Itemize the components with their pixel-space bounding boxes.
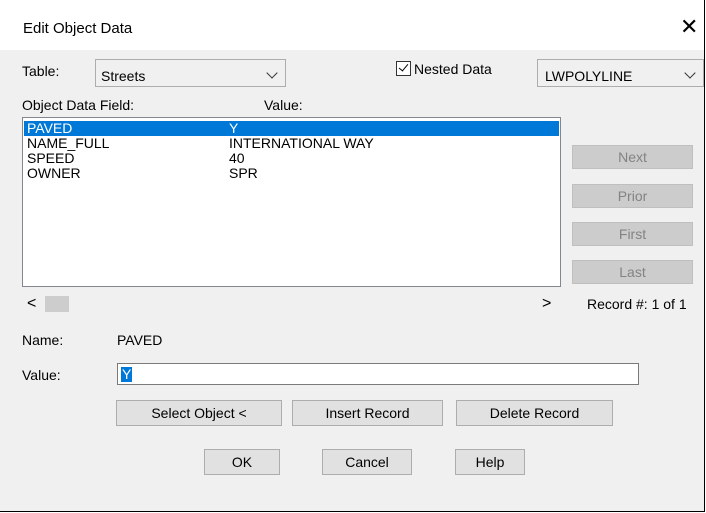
table-dropdown[interactable]: Streets <box>95 59 286 87</box>
value-cell: Y <box>229 120 239 136</box>
table-label: Table: <box>22 63 60 79</box>
first-button[interactable]: First <box>572 222 693 246</box>
object-data-list[interactable]: PAVED Y NAME_FULL INTERNATIONAL WAY SPEE… <box>22 117 561 287</box>
prior-button[interactable]: Prior <box>572 184 693 208</box>
field-cell: PAVED <box>27 120 73 136</box>
name-value: PAVED <box>117 332 163 348</box>
chevron-left-icon[interactable]: < <box>27 295 36 313</box>
value-header: Value: <box>264 97 303 113</box>
field-cell: SPEED <box>27 150 75 166</box>
value-cell: INTERNATIONAL WAY <box>229 135 374 151</box>
horizontal-scrollbar[interactable]: < > <box>22 294 561 314</box>
ok-button[interactable]: OK <box>204 449 280 475</box>
chevron-down-icon <box>266 67 278 79</box>
help-button[interactable]: Help <box>455 449 525 475</box>
dialog-title: Edit Object Data <box>23 20 133 37</box>
table-dropdown-value: Streets <box>101 68 146 84</box>
record-counter: Record #: 1 of 1 <box>587 296 687 312</box>
name-label: Name: <box>22 332 64 348</box>
list-item[interactable]: PAVED Y <box>24 121 559 136</box>
next-button[interactable]: Next <box>572 145 693 169</box>
list-item[interactable]: OWNER SPR <box>24 166 559 181</box>
nested-data-checkbox[interactable] <box>396 61 411 76</box>
list-item[interactable]: SPEED 40 <box>24 151 559 166</box>
close-icon[interactable]: ✕ <box>680 16 698 38</box>
list-item[interactable]: NAME_FULL INTERNATIONAL WAY <box>24 136 559 151</box>
chevron-down-icon <box>684 67 696 79</box>
value-label: Value: <box>22 367 61 383</box>
edit-object-data-dialog: Edit Object Data ✕ Table: Streets Nested… <box>0 0 705 512</box>
object-type-value: LWPOLYLINE <box>545 68 633 84</box>
value-input-text: Y <box>121 366 133 382</box>
insert-record-button[interactable]: Insert Record <box>292 400 443 426</box>
nested-data-label: Nested Data <box>414 61 492 77</box>
select-object-button[interactable]: Select Object < <box>116 400 282 426</box>
cancel-button[interactable]: Cancel <box>322 449 412 475</box>
field-header: Object Data Field: <box>22 97 135 113</box>
value-cell: SPR <box>229 165 258 181</box>
value-cell: 40 <box>229 150 245 166</box>
scroll-thumb[interactable] <box>45 296 69 312</box>
delete-record-button[interactable]: Delete Record <box>456 400 613 426</box>
title-bar: Edit Object Data ✕ <box>0 0 704 50</box>
field-cell: OWNER <box>27 165 81 181</box>
value-input[interactable]: Y <box>117 363 639 385</box>
chevron-right-icon[interactable]: > <box>542 295 551 313</box>
object-type-dropdown[interactable]: LWPOLYLINE <box>537 59 704 87</box>
field-cell: NAME_FULL <box>27 135 110 151</box>
last-button[interactable]: Last <box>572 260 693 284</box>
